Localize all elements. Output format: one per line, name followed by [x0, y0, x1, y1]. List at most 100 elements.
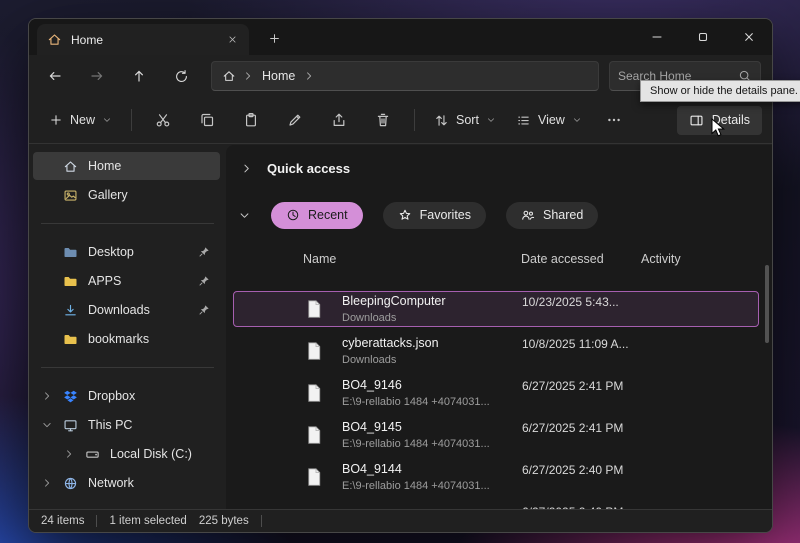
file-row[interactable]: BO4_9146E:\9-rellabio 1484 +4074031... 6…	[233, 375, 759, 411]
chevron-right-icon[interactable]	[240, 162, 253, 175]
paste-button[interactable]	[232, 103, 270, 137]
sort-button-label: Sort	[456, 113, 479, 127]
selection-count: 1 item selected	[109, 515, 186, 527]
file-name: BO4_9146	[342, 378, 402, 392]
chevron-down-icon[interactable]	[238, 209, 251, 222]
back-button[interactable]	[37, 61, 73, 91]
document-icon	[304, 299, 342, 319]
cut-button[interactable]	[144, 103, 182, 137]
copy-button[interactable]	[188, 103, 226, 137]
filter-label: Recent	[308, 208, 348, 222]
scrollbar-thumb[interactable]	[765, 265, 769, 343]
sidebar-item-desktop[interactable]: Desktop	[33, 238, 220, 266]
document-icon	[304, 467, 342, 487]
refresh-button[interactable]	[163, 61, 199, 91]
sort-icon	[434, 113, 449, 128]
sidebar-item-home[interactable]: Home	[33, 152, 220, 180]
filter-recent[interactable]: Recent	[271, 202, 363, 229]
close-window-button[interactable]	[726, 19, 772, 55]
new-button[interactable]: New	[39, 106, 122, 134]
chevron-down-icon	[486, 115, 496, 125]
ellipsis-icon	[606, 112, 622, 128]
sidebar-item-gallery[interactable]: Gallery	[33, 181, 220, 209]
sidebar-item-apps[interactable]: APPS	[33, 267, 220, 295]
tab-home[interactable]: Home	[37, 24, 249, 55]
minimize-icon	[650, 30, 664, 44]
quick-access-section[interactable]: Quick access	[226, 153, 761, 183]
chevron-right-icon	[303, 70, 315, 82]
filter-label: Favorites	[420, 208, 471, 222]
chevron-right-icon[interactable]	[41, 390, 53, 402]
delete-button[interactable]	[364, 103, 402, 137]
document-icon	[304, 341, 342, 361]
chevron-right-icon[interactable]	[63, 448, 75, 460]
file-row[interactable]: BO4_9145 E:\9-rellabio 1484 +4074031... 6…	[233, 417, 759, 453]
more-options-button[interactable]	[595, 103, 633, 137]
file-date: 6/27/2025 2:41 PM	[522, 418, 642, 435]
toolbar-divider	[414, 109, 415, 131]
file-location: E:\9-rellabio 1484 +4074031...	[342, 438, 490, 450]
sidebar-item-label: Dropbox	[88, 389, 135, 403]
window-controls	[634, 19, 772, 55]
new-tab-button[interactable]	[259, 25, 289, 51]
forward-button[interactable]	[79, 61, 115, 91]
quick-access-label: Quick access	[267, 161, 350, 176]
file-row[interactable]: BO4_9143 6/27/2025 2:40 PM	[233, 501, 759, 509]
minimize-button[interactable]	[634, 19, 680, 55]
sidebar-item-bookmarks[interactable]: bookmarks	[33, 325, 220, 353]
copy-icon	[199, 112, 215, 128]
pin-icon	[198, 246, 210, 258]
file-list: BleepingComputerDownloads 10/23/2025 5:4…	[226, 291, 761, 509]
vertical-scrollbar[interactable]	[761, 145, 772, 509]
people-icon	[521, 208, 535, 222]
chevron-down-icon[interactable]	[41, 419, 53, 431]
mouse-cursor	[711, 118, 726, 139]
breadcrumb-home[interactable]: Home	[256, 67, 301, 85]
sidebar-item-dropbox[interactable]: Dropbox	[33, 382, 220, 410]
sidebar-item-downloads[interactable]: Downloads	[33, 296, 220, 324]
file-row[interactable]: BO4_9144E:\9-rellabio 1484 +4074031... 6…	[233, 459, 759, 495]
share-button[interactable]	[320, 103, 358, 137]
paste-icon	[243, 112, 259, 128]
sidebar-item-label: APPS	[88, 274, 121, 288]
tab-bar: Home	[29, 19, 772, 55]
sidebar-item-network[interactable]: Network	[33, 469, 220, 497]
file-date: 6/27/2025 2:40 PM	[522, 502, 642, 509]
file-row[interactable]: cyberattacks.jsonDownloads 10/8/2025 11:…	[233, 333, 759, 369]
file-date: 6/27/2025 2:41 PM	[522, 376, 642, 393]
view-button-label: View	[538, 113, 565, 127]
maximize-button[interactable]	[680, 19, 726, 55]
address-bar[interactable]: Home	[211, 61, 599, 91]
sidebar-item-label: Gallery	[88, 188, 128, 202]
downloads-icon	[63, 303, 78, 318]
close-icon	[227, 34, 238, 45]
rename-button[interactable]	[276, 103, 314, 137]
toolbar-divider	[131, 109, 132, 131]
column-header-activity[interactable]: Activity	[641, 252, 759, 266]
tab-close-button[interactable]	[221, 29, 243, 51]
view-button[interactable]: View	[506, 106, 592, 135]
status-bar: 24 items 1 item selected 225 bytes	[29, 509, 772, 532]
column-header-date-accessed[interactable]: Date accessed	[521, 252, 641, 266]
sort-button[interactable]: Sort	[424, 106, 506, 135]
network-icon	[63, 476, 78, 491]
forward-icon	[89, 68, 105, 84]
file-name: BleepingComputer	[342, 294, 446, 308]
share-icon	[331, 112, 347, 128]
filter-favorites[interactable]: Favorites	[383, 202, 486, 229]
file-name: BO4_9145	[342, 420, 402, 434]
sidebar-item-label: Desktop	[88, 245, 134, 259]
cut-icon	[155, 112, 171, 128]
explorer-body: Home Gallery Desktop APPS	[29, 145, 772, 509]
up-button[interactable]	[121, 61, 157, 91]
details-pane-tooltip: Show or hide the details pane.	[640, 80, 800, 102]
file-row[interactable]: BleepingComputerDownloads 10/23/2025 5:4…	[233, 291, 759, 327]
column-header-name[interactable]: Name	[303, 252, 521, 266]
sidebar-item-this-pc[interactable]: This PC	[33, 411, 220, 439]
sidebar-item-label: Downloads	[88, 303, 150, 317]
sidebar-item-local-disk-c[interactable]: Local Disk (C:)	[33, 440, 220, 468]
chevron-down-icon	[102, 115, 112, 125]
up-icon	[131, 68, 147, 84]
filter-shared[interactable]: Shared	[506, 202, 598, 229]
chevron-right-icon[interactable]	[41, 477, 53, 489]
